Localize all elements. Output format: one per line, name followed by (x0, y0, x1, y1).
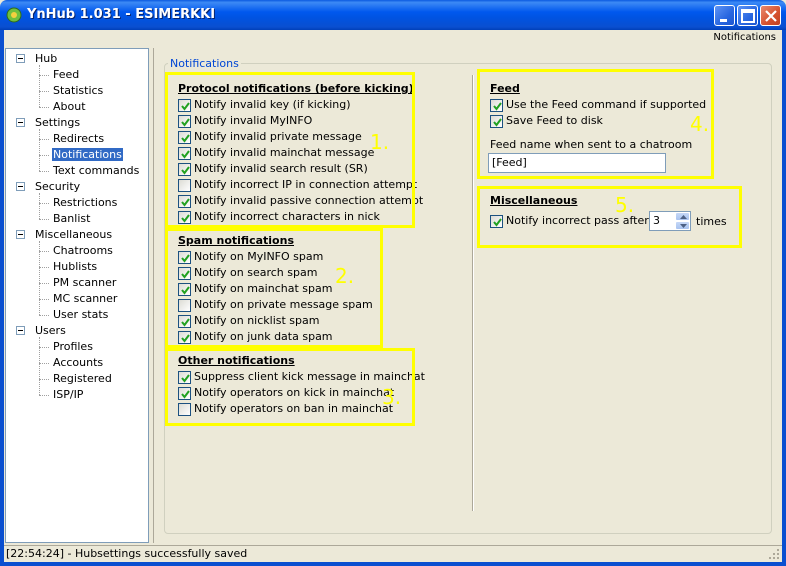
tree-connector (39, 251, 49, 252)
tree-item[interactable]: MC scanner (52, 291, 118, 307)
tree-connector (39, 363, 49, 364)
window-border-left (0, 30, 4, 562)
tree-connector (39, 219, 49, 220)
tree-item-label: Security (35, 180, 81, 193)
tree-item-label: Registered (53, 372, 112, 385)
tree-connector (39, 139, 49, 140)
tree-item-label: Settings (35, 116, 81, 129)
tree-connector (39, 379, 49, 380)
tree-item[interactable]: Miscellaneous (34, 227, 113, 243)
tree-item[interactable]: User stats (52, 307, 109, 323)
tree-item-label: Feed (53, 68, 80, 81)
tree-connector (39, 395, 49, 396)
highlight-box-3 (165, 348, 415, 426)
collapse-icon[interactable] (16, 230, 25, 239)
tree-item-label: Redirects (53, 132, 105, 145)
app-window: YnHub 1.031 - ESIMERKKI Notifications Hu… (0, 0, 786, 566)
maximize-icon (741, 9, 755, 23)
tree-connector (39, 171, 49, 172)
tree-connector (39, 75, 49, 76)
tree-item[interactable]: About (52, 99, 87, 115)
tree-item[interactable]: ISP/IP (52, 387, 84, 403)
tree-connector (39, 241, 40, 315)
highlight-box-5 (477, 186, 742, 248)
tree-connector (39, 155, 49, 156)
tree-item-label: Accounts (53, 356, 104, 369)
marker-4: 4. (690, 112, 710, 136)
title-bar[interactable]: YnHub 1.031 - ESIMERKKI (0, 0, 786, 30)
tree-item[interactable]: Feed (52, 67, 80, 83)
tree-connector (39, 129, 40, 171)
collapse-icon[interactable] (16, 182, 25, 191)
tree-item-label: Hub (35, 52, 58, 65)
tree-item-label: Chatrooms (53, 244, 113, 257)
tree-connector (39, 193, 40, 219)
tree-item-label: Users (35, 324, 66, 337)
highlight-box-4 (477, 69, 714, 179)
tree-item[interactable]: Redirects (52, 131, 105, 147)
tree-item-label: User stats (53, 308, 109, 321)
maximize-button[interactable] (737, 5, 758, 26)
tree-connector (39, 347, 49, 348)
tree-connector (39, 283, 49, 284)
window-title: YnHub 1.031 - ESIMERKKI (27, 7, 216, 22)
tree-item-label: ISP/IP (53, 388, 84, 401)
tree-item-label: Profiles (53, 340, 93, 353)
collapse-icon[interactable] (16, 118, 25, 127)
tree-item[interactable]: Registered (52, 371, 113, 387)
tree-connector (39, 315, 49, 316)
window-border-bottom (0, 562, 786, 566)
tree-item[interactable]: Hub (34, 51, 58, 67)
tree-item[interactable]: Accounts (52, 355, 104, 371)
tree-item[interactable]: Hublists (52, 259, 98, 275)
tree-item-label: PM scanner (53, 276, 117, 289)
close-button[interactable] (760, 5, 781, 26)
highlight-box-2 (165, 228, 383, 348)
tree-connector (39, 299, 49, 300)
marker-3: 3. (382, 385, 402, 409)
tree-item[interactable]: Restrictions (52, 195, 118, 211)
tree-item[interactable]: Text commands (52, 163, 140, 179)
navigation-tree[interactable]: Hub Feed Statistics About Settings Redirects N… (5, 48, 149, 543)
tree-item-label: MC scanner (53, 292, 118, 305)
tree-connector (39, 91, 49, 92)
status-bar: [22:54:24] - Hubsettings successfully sa… (4, 545, 782, 562)
current-page-label: Notifications (713, 32, 776, 43)
minimize-icon (720, 19, 727, 22)
tree-item[interactable]: Profiles (52, 339, 94, 355)
collapse-icon[interactable] (16, 54, 25, 63)
marker-2: 2. (335, 264, 355, 288)
tree-item[interactable]: Statistics (52, 83, 104, 99)
marker-1: 1. (370, 130, 390, 154)
window-border-right (782, 30, 786, 562)
tree-connector (39, 337, 40, 395)
app-icon (6, 7, 22, 23)
column-divider (472, 75, 474, 511)
tree-connector (39, 65, 40, 107)
tree-connector (39, 203, 49, 204)
tree-item-label: Hublists (53, 260, 98, 273)
tree-item[interactable]: Banlist (52, 211, 91, 227)
tree-item-label: Banlist (53, 212, 91, 225)
close-icon (765, 10, 777, 22)
tree-item[interactable]: Settings (34, 115, 81, 131)
minimize-button[interactable] (714, 5, 735, 26)
collapse-icon[interactable] (16, 326, 25, 335)
tree-item[interactable]: Notifications (52, 147, 123, 163)
tree-item[interactable]: Chatrooms (52, 243, 114, 259)
status-text: [22:54:24] - Hubsettings successfully sa… (6, 547, 248, 560)
marker-5: 5. (615, 193, 635, 217)
tree-item-label: Notifications (52, 148, 123, 161)
tree-connector (39, 107, 49, 108)
group-legend: Notifications (168, 57, 241, 70)
tree-item[interactable]: PM scanner (52, 275, 117, 291)
tree-item[interactable]: Security (34, 179, 81, 195)
tree-item-label: Statistics (53, 84, 104, 97)
tree-item-label: Restrictions (53, 196, 118, 209)
tree-item-label: Text commands (53, 164, 140, 177)
tree-connector (39, 267, 49, 268)
tree-item-label: Miscellaneous (35, 228, 113, 241)
resize-grip-icon[interactable] (768, 548, 780, 560)
tree-item-label: About (53, 100, 86, 113)
